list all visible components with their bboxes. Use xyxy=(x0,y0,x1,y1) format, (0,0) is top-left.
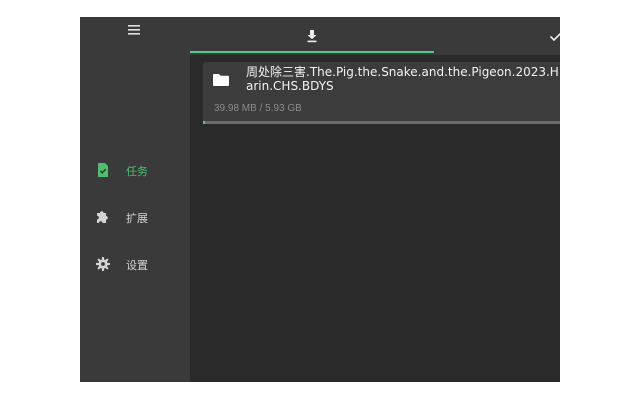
sidebar-item-extensions[interactable]: 扩展 xyxy=(80,204,190,232)
task-size: 39.98 MB / 5.93 GB xyxy=(214,103,302,114)
main-panel: 周处除三害.The.Pig.the.Snake.and.the.Pigeon.2… xyxy=(190,17,560,382)
check-icon xyxy=(549,29,560,43)
gear-icon xyxy=(95,256,111,272)
menu-icon[interactable] xyxy=(126,23,144,37)
task-item[interactable]: 周处除三害.The.Pig.the.Snake.and.the.Pigeon.2… xyxy=(203,62,560,124)
tab-downloading[interactable] xyxy=(190,17,434,55)
progress-bar xyxy=(203,121,560,124)
task-icon xyxy=(95,162,111,178)
sidebar-item-label: 任务 xyxy=(126,165,148,178)
puzzle-icon xyxy=(95,209,111,225)
tab-completed[interactable] xyxy=(434,17,560,55)
sidebar-item-settings[interactable]: 设置 xyxy=(80,251,190,279)
sidebar: 任务 扩展 设置 xyxy=(80,17,190,382)
tab-bar xyxy=(190,17,560,55)
task-name: 周处除三害.The.Pig.the.Snake.and.the.Pigeon.2… xyxy=(246,65,560,93)
active-tab-indicator xyxy=(190,51,434,53)
sidebar-item-label: 扩展 xyxy=(126,212,148,225)
download-icon xyxy=(305,29,319,43)
progress-fill xyxy=(203,121,205,124)
app-window: 任务 扩展 设置 周处除三害.The.Pig.the.Snake.and.the… xyxy=(80,17,560,382)
sidebar-item-label: 设置 xyxy=(126,259,148,272)
folder-icon xyxy=(212,72,230,88)
sidebar-item-tasks[interactable]: 任务 xyxy=(80,157,190,185)
